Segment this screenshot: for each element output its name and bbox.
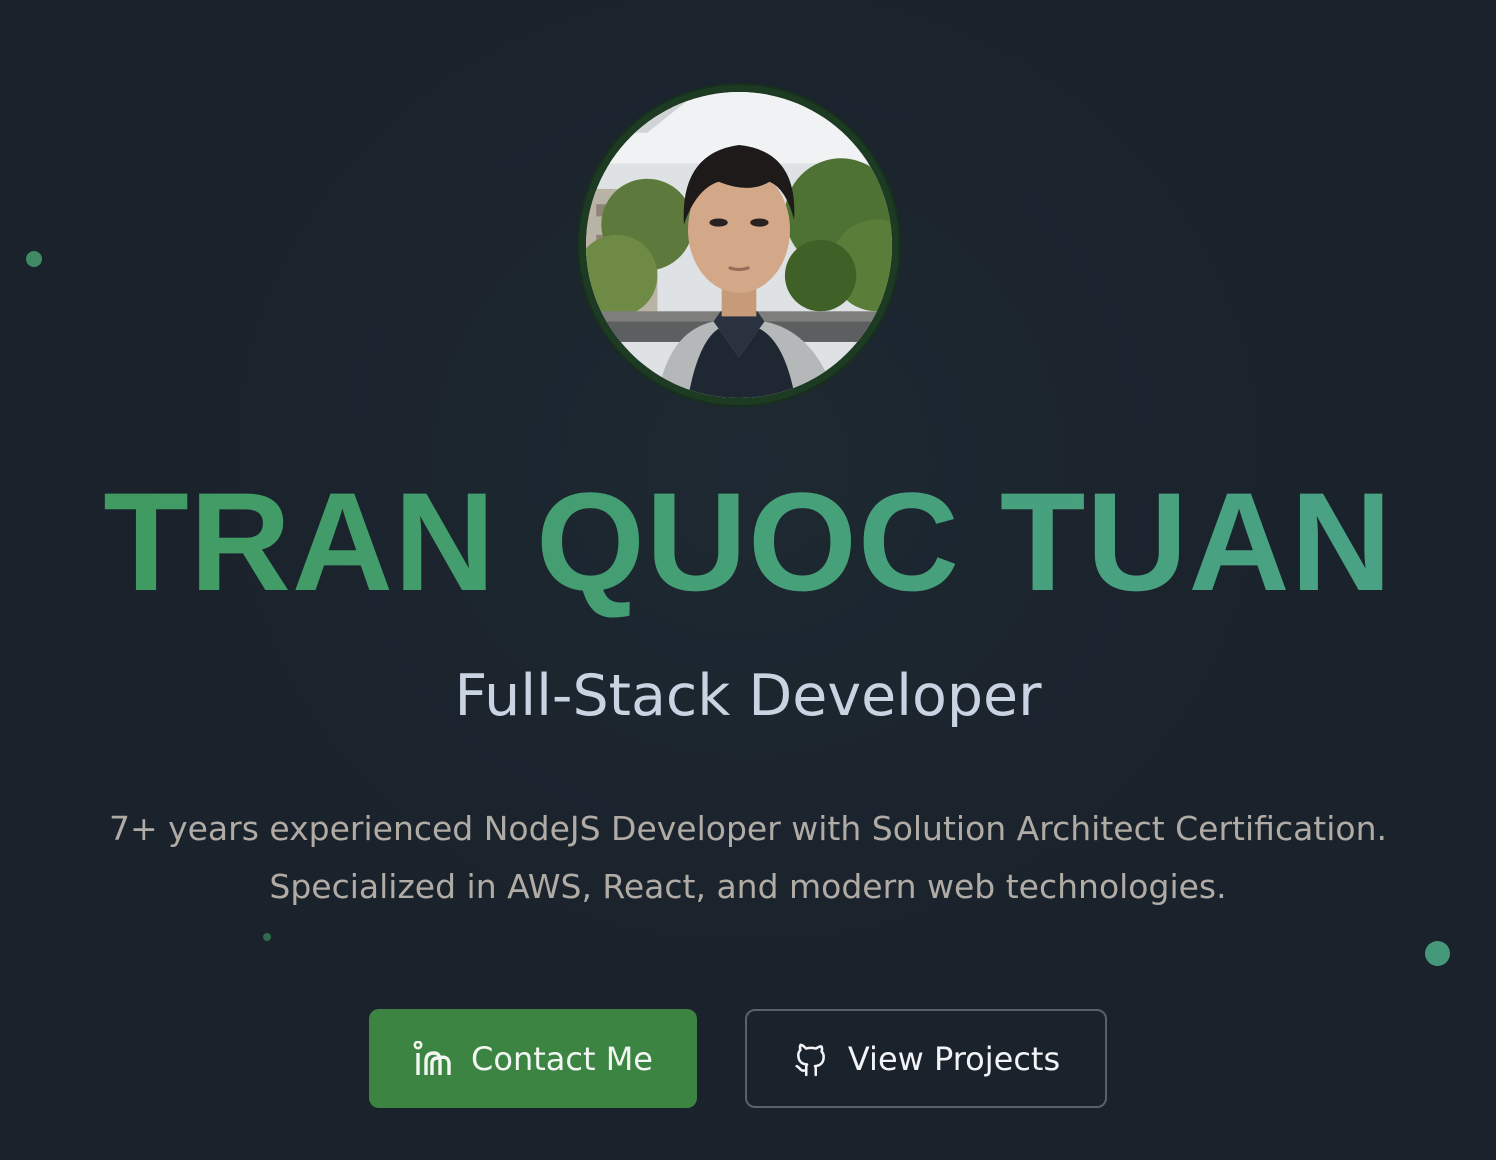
hero-role: Full-Stack Developer (454, 663, 1042, 729)
github-icon (792, 1040, 830, 1078)
linkedin-icon (413, 1040, 453, 1077)
contact-me-label: Contact Me (471, 1039, 653, 1078)
decorative-dot (1425, 941, 1450, 966)
bio-line: Specialized in AWS, React, and modern we… (269, 867, 1227, 906)
hero-name: TRAN QUOC TUAN (0, 462, 1496, 622)
hero-bio: 7+ years experienced NodeJS Developer wi… (0, 800, 1496, 916)
decorative-dot (263, 933, 271, 941)
bio-line: 7+ years experienced NodeJS Developer wi… (108, 809, 1388, 848)
avatar-photo (586, 92, 892, 398)
avatar (579, 85, 899, 405)
view-projects-label: View Projects (847, 1039, 1061, 1078)
contact-me-button[interactable]: Contact Me (369, 1009, 697, 1108)
hero-section: TRAN QUOC TUAN Full-Stack Developer 7+ y… (0, 0, 1496, 1160)
view-projects-button[interactable]: View Projects (745, 1009, 1107, 1108)
decorative-dot (26, 251, 42, 267)
